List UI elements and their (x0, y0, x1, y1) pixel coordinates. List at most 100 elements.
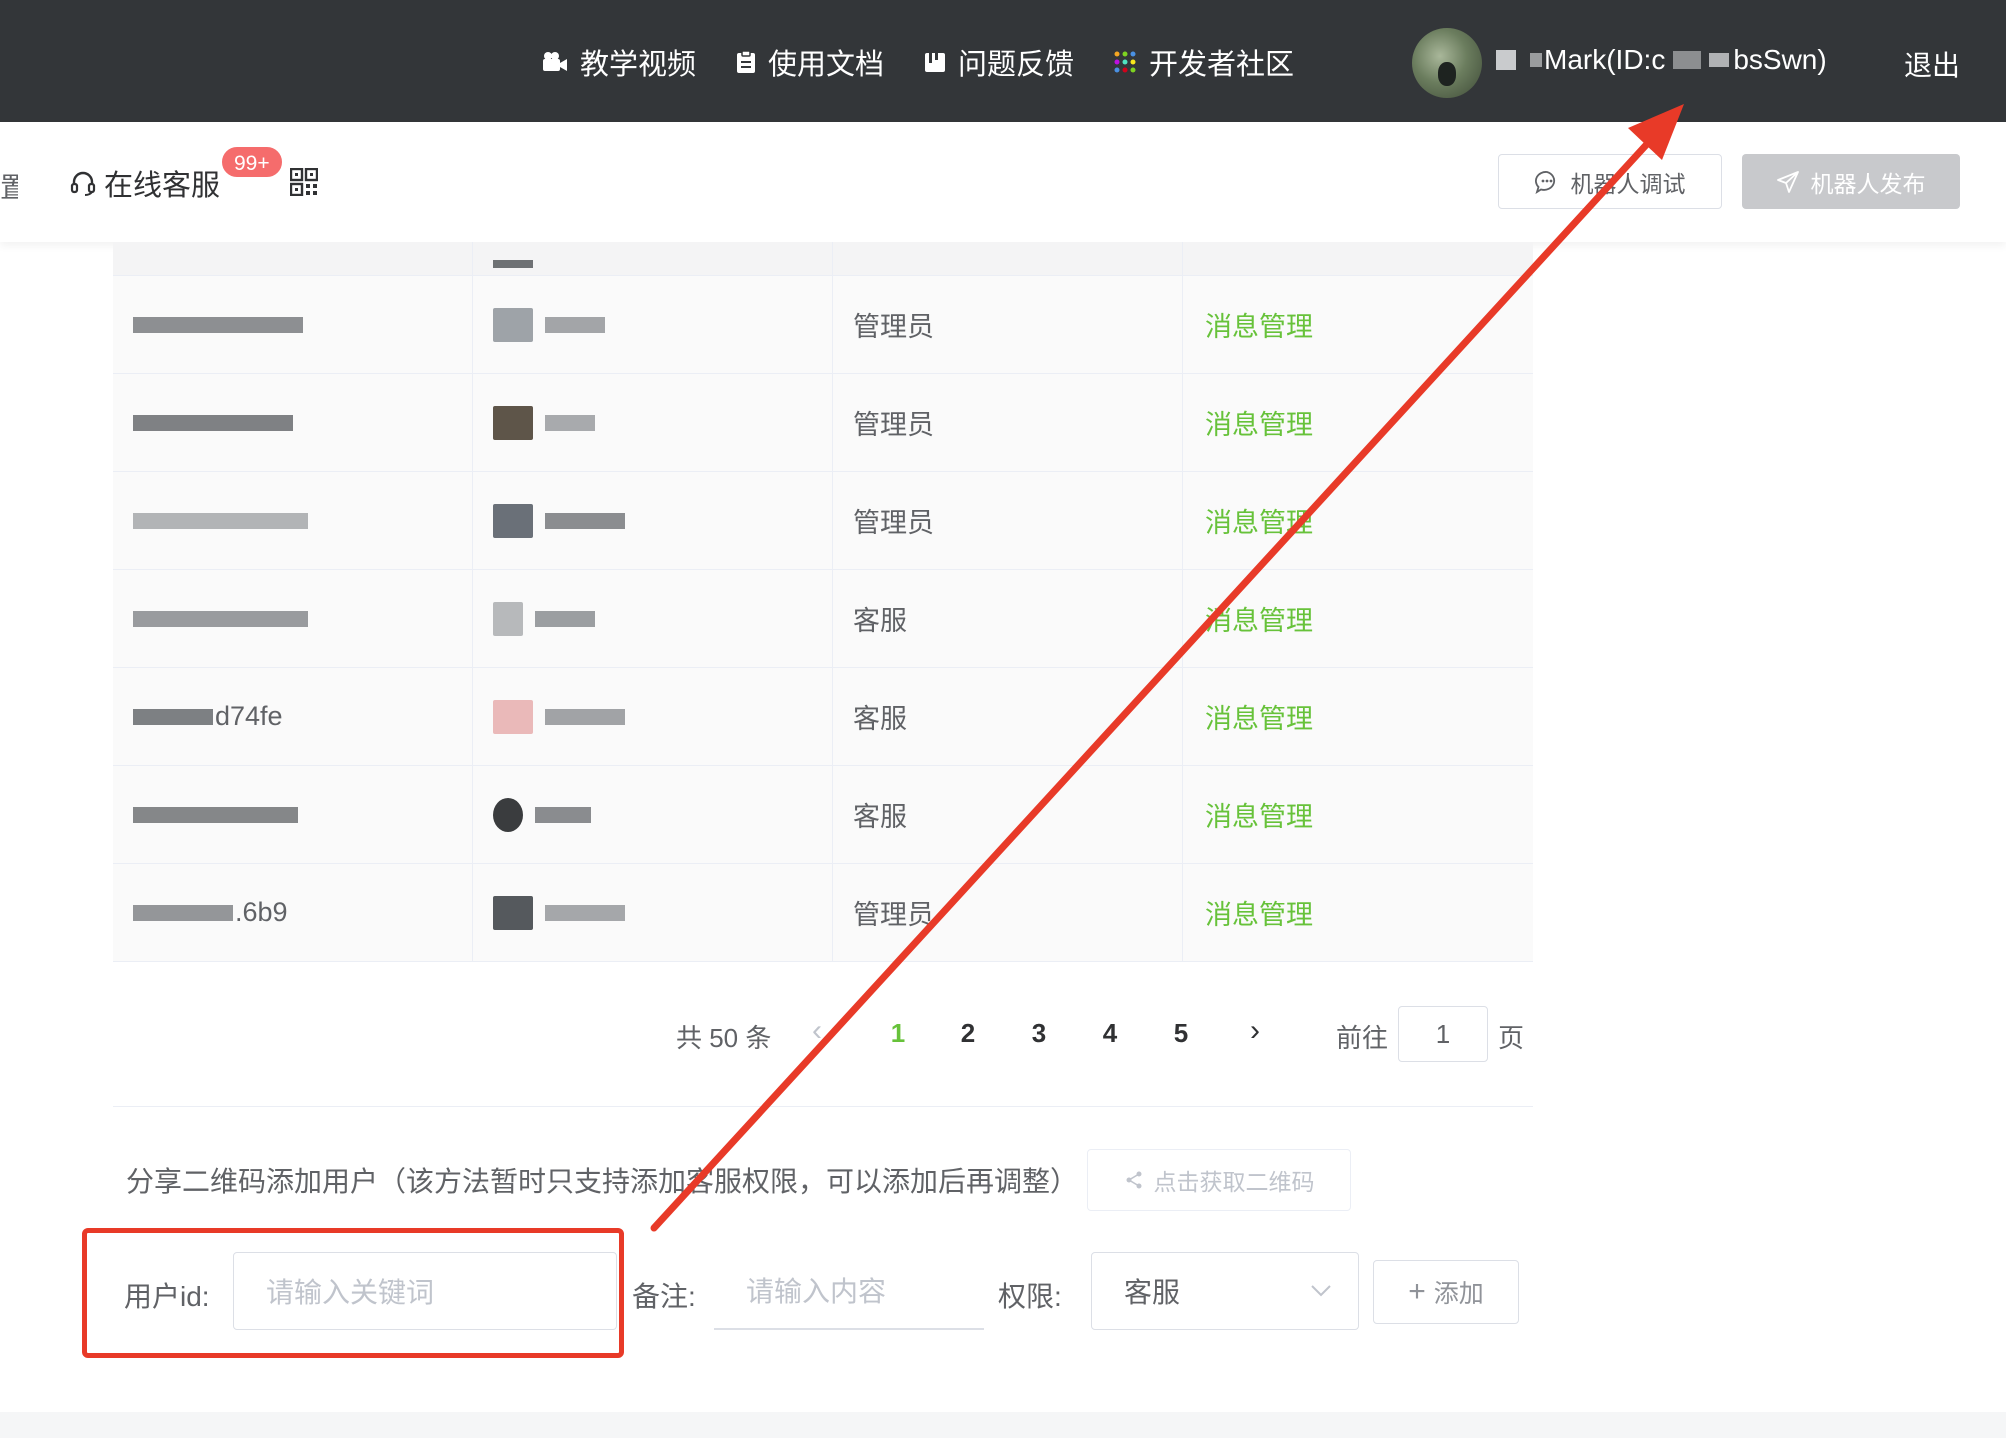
table-row (113, 242, 1533, 276)
redacted-id (133, 316, 303, 333)
nav-docs[interactable]: 使用文档 (736, 42, 884, 82)
nav-label: 开发者社区 (1149, 49, 1295, 81)
community-grid-icon (1114, 51, 1136, 73)
video-camera-icon (543, 52, 567, 71)
redacted-name (1530, 53, 1542, 67)
message-manage-link[interactable]: 消息管理 (1183, 570, 1533, 667)
divider (113, 1106, 1533, 1107)
pagination: 共 50 条 ‹ 1 2 3 4 5 › 前往 1 页 (0, 1006, 2006, 1062)
message-manage-link[interactable]: 消息管理 (1183, 374, 1533, 471)
user-id-cell: .6b9 (113, 864, 473, 961)
user-avatar (493, 503, 533, 538)
page-4[interactable]: 4 (1090, 1018, 1130, 1049)
plus-icon: + (1408, 1275, 1426, 1308)
user-id-suffix: d74fe (215, 701, 283, 731)
user-id-cell (113, 570, 473, 667)
redacted-name (545, 708, 625, 725)
logout-link[interactable]: 退出 (1904, 44, 1960, 84)
chevron-down-icon (1311, 1285, 1331, 1297)
user-avatar (493, 307, 533, 342)
robot-publish-button[interactable]: 机器人发布 (1742, 154, 1960, 209)
message-manage-link[interactable]: 消息管理 (1183, 276, 1533, 373)
robot-publish-label: 机器人发布 (1810, 170, 1926, 197)
qr-code-icon[interactable] (289, 167, 319, 201)
user-avatar (493, 601, 523, 636)
user-cell (473, 766, 833, 863)
nav-label: 教学视频 (580, 49, 697, 81)
online-service-label: 在线客服 (104, 170, 221, 202)
table-row: 客服 消息管理 (113, 570, 1533, 668)
page-2[interactable]: 2 (948, 1018, 988, 1049)
page-1[interactable]: 1 (878, 1018, 918, 1049)
user-id-cell (113, 766, 473, 863)
headset-icon (70, 171, 96, 196)
user-avatar (493, 405, 533, 440)
role-cell: 管理员 (833, 472, 1183, 569)
prev-page-icon[interactable]: ‹ (812, 1014, 822, 1048)
add-user-button[interactable]: + 添加 (1373, 1260, 1519, 1324)
redacted-name (535, 806, 591, 823)
user-id-cell (113, 472, 473, 569)
role-cell (833, 242, 1183, 275)
role-cell: 客服 (833, 668, 1183, 765)
redacted-name (1496, 50, 1516, 70)
redacted-id (1673, 51, 1702, 69)
message-manage-link[interactable]: 消息管理 (1183, 766, 1533, 863)
permission-value: 客服 (1124, 1277, 1181, 1308)
user-id-suffix: bsSwn) (1733, 44, 1827, 75)
user-avatar (493, 699, 533, 734)
nav-feedback[interactable]: 问题反馈 (924, 42, 1074, 82)
user-id-label: 用户id: (124, 1281, 210, 1312)
user-avatar (493, 895, 533, 930)
goto-label: 前往 (1336, 1023, 1389, 1053)
robot-debug-button[interactable]: 机器人调试 (1498, 154, 1722, 209)
online-service-link[interactable]: 在线客服 (70, 162, 220, 204)
goto-page-input[interactable]: 1 (1398, 1006, 1488, 1062)
redacted-name (545, 414, 595, 431)
remark-input[interactable]: 请输入内容 (714, 1252, 984, 1330)
get-qr-code-button[interactable]: 点击获取二维码 (1087, 1149, 1351, 1211)
app-root: { "topnav": { "items": [ {"label": "教学视频… (0, 0, 2006, 1438)
user-cell (473, 570, 833, 667)
user-name: Mark(ID:c (1544, 44, 1666, 75)
table-row: 管理员 消息管理 (113, 276, 1533, 374)
nav-label: 使用文档 (768, 49, 885, 81)
user-info[interactable]: Mark(ID:c bsSwn) (1496, 44, 1827, 76)
avatar[interactable] (1412, 28, 1482, 98)
page-5[interactable]: 5 (1161, 1018, 1201, 1049)
get-qr-code-label: 点击获取二维码 (1153, 1169, 1315, 1195)
redacted-name (545, 904, 625, 921)
user-id-cell (113, 276, 473, 373)
redacted-name (545, 316, 605, 333)
message-manage-link[interactable]: 消息管理 (1183, 472, 1533, 569)
permission-select[interactable]: 客服 (1091, 1252, 1359, 1330)
page-suffix: 页 (1498, 1023, 1525, 1053)
page-3[interactable]: 3 (1019, 1018, 1059, 1049)
nav-dev-community[interactable]: 开发者社区 (1113, 42, 1294, 82)
user-id-cell (113, 242, 473, 275)
share-icon (1126, 1171, 1141, 1189)
message-manage-link[interactable]: 消息管理 (1183, 668, 1533, 765)
share-qr-description: 分享二维码添加用户（该方法暂时只支持添加客服权限，可以添加后再调整） (126, 1166, 1079, 1197)
next-page-icon[interactable]: › (1250, 1014, 1260, 1048)
message-manage-link[interactable]: 消息管理 (1183, 864, 1533, 961)
table-row: d74fe 客服 消息管理 (113, 668, 1533, 766)
user-id-input[interactable]: 请输入关键词 (233, 1252, 617, 1330)
role-cell: 管理员 (833, 374, 1183, 471)
add-user-label: 添加 (1433, 1280, 1484, 1308)
nav-label: 问题反馈 (958, 49, 1075, 81)
remark-label: 备注: (632, 1281, 696, 1312)
redacted-id (133, 708, 213, 725)
user-id-cell (113, 374, 473, 471)
user-cell (473, 374, 833, 471)
redacted-id (133, 512, 308, 529)
nav-tutorial-video[interactable]: 教学视频 (542, 42, 696, 82)
redacted-name (545, 512, 625, 529)
permission-label: 权限: (998, 1281, 1062, 1312)
pagination-total: 共 50 条 (676, 1023, 772, 1053)
table-row: 管理员 消息管理 (113, 374, 1533, 472)
table-row: 客服 消息管理 (113, 766, 1533, 864)
role-cell: 管理员 (833, 276, 1183, 373)
page-bottom-edge (0, 1412, 2006, 1438)
truncated-menu-item[interactable]: 置 (0, 166, 18, 206)
